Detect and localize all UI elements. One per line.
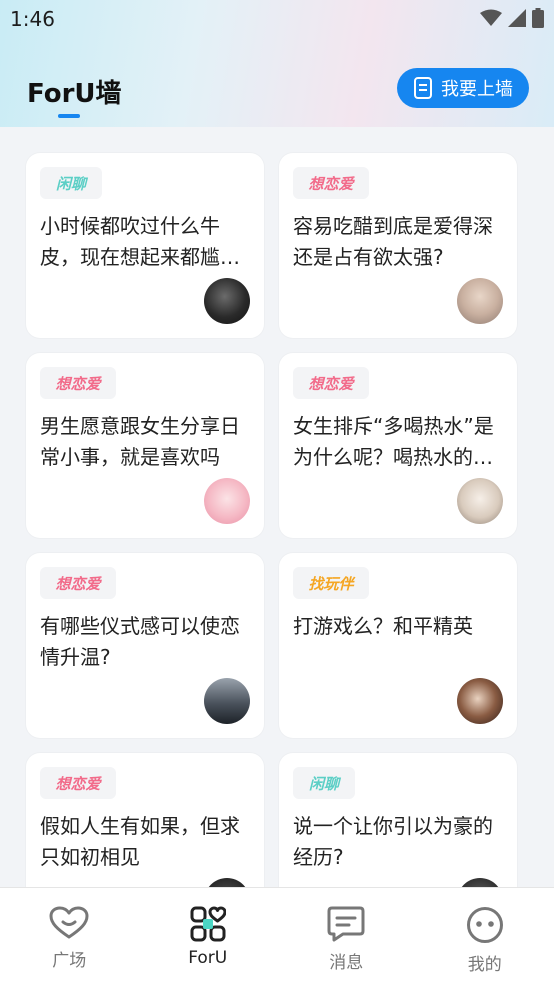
post-text: 打游戏么？和平精英 (293, 611, 507, 642)
nav-label: 广场 (52, 946, 86, 971)
nav-item-me[interactable]: 我的 (416, 888, 554, 985)
nav-label: 我的 (468, 950, 502, 975)
post-text: 小时候都吹过什么牛皮，现在想起来都尴尬的 (40, 211, 254, 273)
post-card[interactable]: 想恋爱 有哪些仪式感可以使恋情升温? (26, 553, 264, 738)
face-icon (466, 906, 504, 944)
post-tag-label: 闲聊 (56, 173, 86, 194)
post-tag: 闲聊 (293, 767, 355, 799)
post-tag-label: 想恋爱 (55, 773, 100, 794)
post-tag: 想恋爱 (293, 167, 369, 199)
user-avatar[interactable] (457, 678, 503, 724)
post-tag-label: 想恋爱 (308, 173, 353, 194)
cellular-signal-icon (508, 9, 526, 27)
note-icon (413, 77, 433, 99)
page-title: ForU墙 (27, 73, 122, 110)
post-tag-label: 闲聊 (309, 773, 339, 794)
battery-icon (532, 8, 544, 28)
status-bar: 1:46 (0, 0, 554, 38)
post-tag: 找玩伴 (293, 567, 369, 599)
title-underline (58, 114, 80, 118)
nav-item-messages[interactable]: 消息 (277, 888, 416, 985)
bottom-navigation: 广场 ForU 消息 我的 (0, 887, 554, 985)
heart-icon (49, 906, 89, 940)
user-avatar[interactable] (204, 478, 250, 524)
message-icon (327, 906, 365, 942)
post-text: 男生愿意跟女生分享日常小事，就是喜欢吗 (40, 411, 254, 473)
post-tag: 想恋爱 (40, 567, 116, 599)
nav-label: ForU (188, 948, 227, 968)
post-to-wall-button[interactable]: 我要上墙 (397, 68, 529, 108)
nav-item-square[interactable]: 广场 (0, 888, 139, 985)
post-text: 假如人生有如果，但求只如初相见 (40, 811, 254, 873)
post-text: 说一个让你引以为豪的经历? (293, 811, 507, 873)
post-card[interactable]: 想恋爱 男生愿意跟女生分享日常小事，就是喜欢吗 (26, 353, 264, 538)
post-tag-label: 想恋爱 (55, 573, 100, 594)
post-tag-label: 想恋爱 (55, 373, 100, 394)
post-card[interactable]: 想恋爱 容易吃醋到底是爱得深还是占有欲太强? (279, 153, 517, 338)
wifi-icon (480, 9, 502, 27)
foru-grid-icon (190, 906, 226, 942)
post-button-label: 我要上墙 (441, 75, 513, 101)
post-tag: 想恋爱 (40, 367, 116, 399)
post-tag-label: 想恋爱 (308, 373, 353, 394)
post-tag: 想恋爱 (40, 767, 116, 799)
post-tag: 想恋爱 (293, 367, 369, 399)
post-text: 女生排斥“多喝热水”是为什么呢？喝热水的好处 (293, 411, 507, 473)
post-tag-label: 找玩伴 (308, 573, 353, 594)
post-text: 有哪些仪式感可以使恋情升温? (40, 611, 254, 673)
user-avatar[interactable] (457, 278, 503, 324)
post-text: 容易吃醋到底是爱得深还是占有欲太强? (293, 211, 507, 273)
nav-label: 消息 (329, 948, 363, 973)
post-card[interactable]: 闲聊 小时候都吹过什么牛皮，现在想起来都尴尬的 (26, 153, 264, 338)
user-avatar[interactable] (204, 678, 250, 724)
post-card[interactable]: 找玩伴 打游戏么？和平精英 (279, 553, 517, 738)
status-time: 1:46 (10, 7, 55, 31)
user-avatar[interactable] (204, 278, 250, 324)
post-card[interactable]: 想恋爱 女生排斥“多喝热水”是为什么呢？喝热水的好处 (279, 353, 517, 538)
status-icons (480, 8, 544, 28)
post-tag: 闲聊 (40, 167, 102, 199)
user-avatar[interactable] (457, 478, 503, 524)
nav-item-foru[interactable]: ForU (139, 888, 278, 985)
